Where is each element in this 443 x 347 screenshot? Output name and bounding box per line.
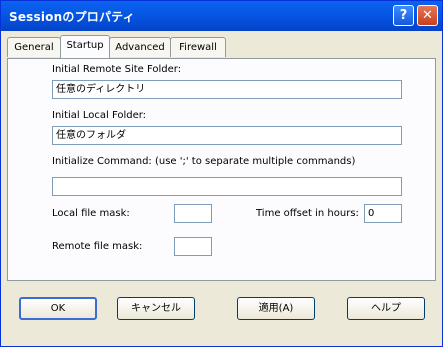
tab-startup[interactable]: Startup: [60, 35, 110, 58]
question-icon: ?: [399, 8, 408, 23]
cancel-button[interactable]: キャンセル: [117, 297, 195, 320]
tab-advanced[interactable]: Advanced: [109, 37, 171, 57]
help-title-button[interactable]: ?: [393, 5, 414, 26]
remote-folder-input[interactable]: 任意のディレクトリ: [52, 80, 402, 99]
close-icon: ✕: [422, 8, 433, 23]
session-properties-dialog: Sessionのプロパティ ? ✕ General Startup Advanc…: [0, 0, 443, 347]
remote-mask-input[interactable]: [174, 237, 212, 256]
apply-button[interactable]: 適用(A): [237, 297, 315, 320]
ok-button[interactable]: OK: [19, 297, 97, 320]
init-command-input[interactable]: [52, 177, 402, 196]
dialog-button-row: OK キャンセル 適用(A) ヘルプ: [1, 291, 443, 331]
local-folder-label: Initial Local Folder:: [52, 110, 147, 121]
local-mask-input[interactable]: [174, 204, 212, 223]
remote-mask-label: Remote file mask:: [52, 241, 143, 252]
local-mask-label: Local file mask:: [52, 208, 130, 219]
title-bar[interactable]: Sessionのプロパティ ? ✕: [1, 1, 442, 31]
tab-firewall[interactable]: Firewall: [170, 37, 226, 57]
remote-folder-label: Initial Remote Site Folder:: [52, 64, 182, 75]
close-button[interactable]: ✕: [417, 5, 438, 26]
window-title: Sessionのプロパティ: [9, 10, 135, 24]
time-offset-input[interactable]: 0: [364, 204, 402, 223]
tab-general[interactable]: General: [7, 37, 61, 57]
help-button[interactable]: ヘルプ: [347, 297, 425, 320]
init-command-label: Initialize Command: (use ';' to separate…: [52, 156, 356, 167]
time-offset-label: Time offset in hours:: [256, 208, 359, 219]
startup-panel: Initial Remote Site Folder: 任意のディレクトリ In…: [7, 58, 436, 281]
local-folder-input[interactable]: 任意のフォルダ: [52, 126, 402, 145]
